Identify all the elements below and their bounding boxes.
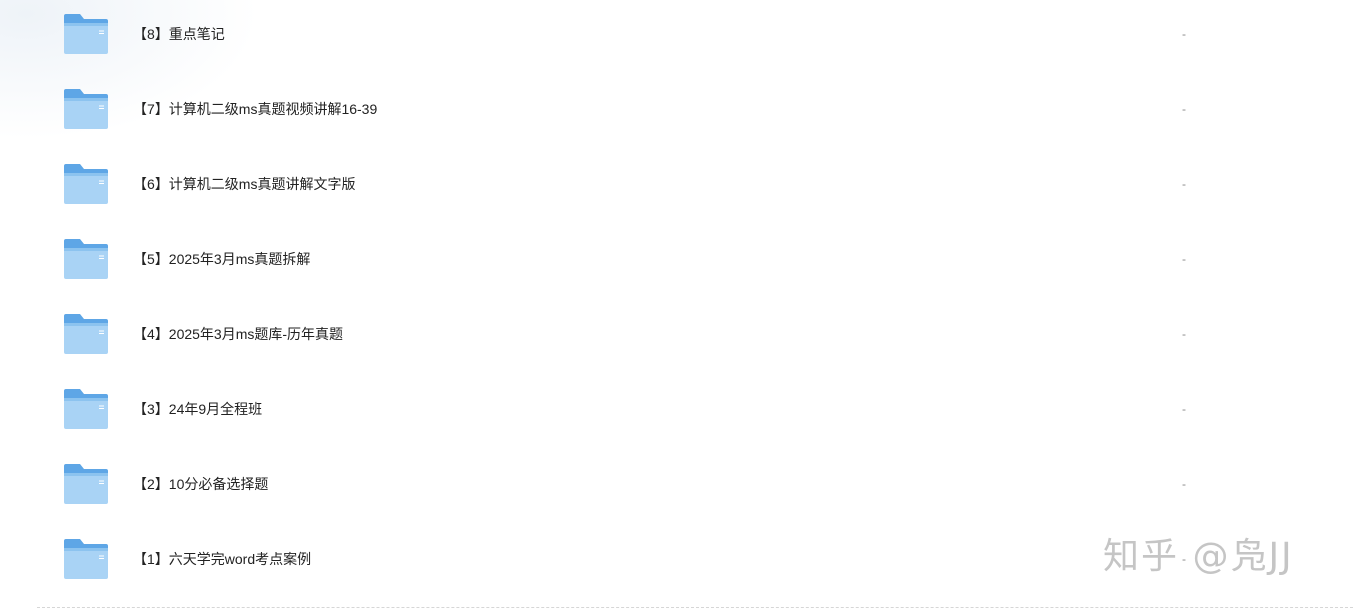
file-name[interactable]: 【3】24年9月全程班 xyxy=(133,400,262,418)
file-meta: - xyxy=(1182,177,1186,191)
file-name[interactable]: 【8】重点笔记 xyxy=(133,25,225,43)
file-meta: - xyxy=(1182,477,1186,491)
file-meta: - xyxy=(1182,102,1186,116)
file-meta: - xyxy=(1182,552,1186,566)
folder-icon xyxy=(64,89,108,129)
file-meta: - xyxy=(1182,252,1186,266)
folder-icon xyxy=(64,314,108,354)
file-name[interactable]: 【5】2025年3月ms真题拆解 xyxy=(133,250,310,268)
file-meta: - xyxy=(1182,327,1186,341)
file-list: 【8】重点笔记 - 【7】计算机二级ms真题视频讲解16-39 - 【6】计算机… xyxy=(0,0,1353,613)
folder-icon xyxy=(64,239,108,279)
file-name[interactable]: 【4】2025年3月ms题库-历年真题 xyxy=(133,325,343,343)
file-name[interactable]: 【6】计算机二级ms真题讲解文字版 xyxy=(133,175,355,193)
folder-icon xyxy=(64,389,108,429)
file-row[interactable]: 【7】计算机二级ms真题视频讲解16-39 - xyxy=(0,75,1353,150)
file-name[interactable]: 【2】10分必备选择题 xyxy=(133,475,268,493)
folder-icon xyxy=(64,464,108,504)
bottom-divider xyxy=(37,607,1353,608)
file-row[interactable]: 【6】计算机二级ms真题讲解文字版 - xyxy=(0,150,1353,225)
file-row[interactable]: 【4】2025年3月ms题库-历年真题 - xyxy=(0,300,1353,375)
file-meta: - xyxy=(1182,27,1186,41)
folder-icon xyxy=(64,164,108,204)
folder-icon xyxy=(64,14,108,54)
file-row[interactable]: 【2】10分必备选择题 - xyxy=(0,450,1353,525)
file-meta: - xyxy=(1182,402,1186,416)
file-row[interactable]: 【3】24年9月全程班 - xyxy=(0,375,1353,450)
file-name[interactable]: 【1】六天学完word考点案例 xyxy=(133,550,311,568)
file-name[interactable]: 【7】计算机二级ms真题视频讲解16-39 xyxy=(133,100,377,118)
file-row[interactable]: 【5】2025年3月ms真题拆解 - xyxy=(0,225,1353,300)
folder-icon xyxy=(64,539,108,579)
file-row[interactable]: 【1】六天学完word考点案例 - xyxy=(0,525,1353,600)
file-row[interactable]: 【8】重点笔记 - xyxy=(0,0,1353,75)
